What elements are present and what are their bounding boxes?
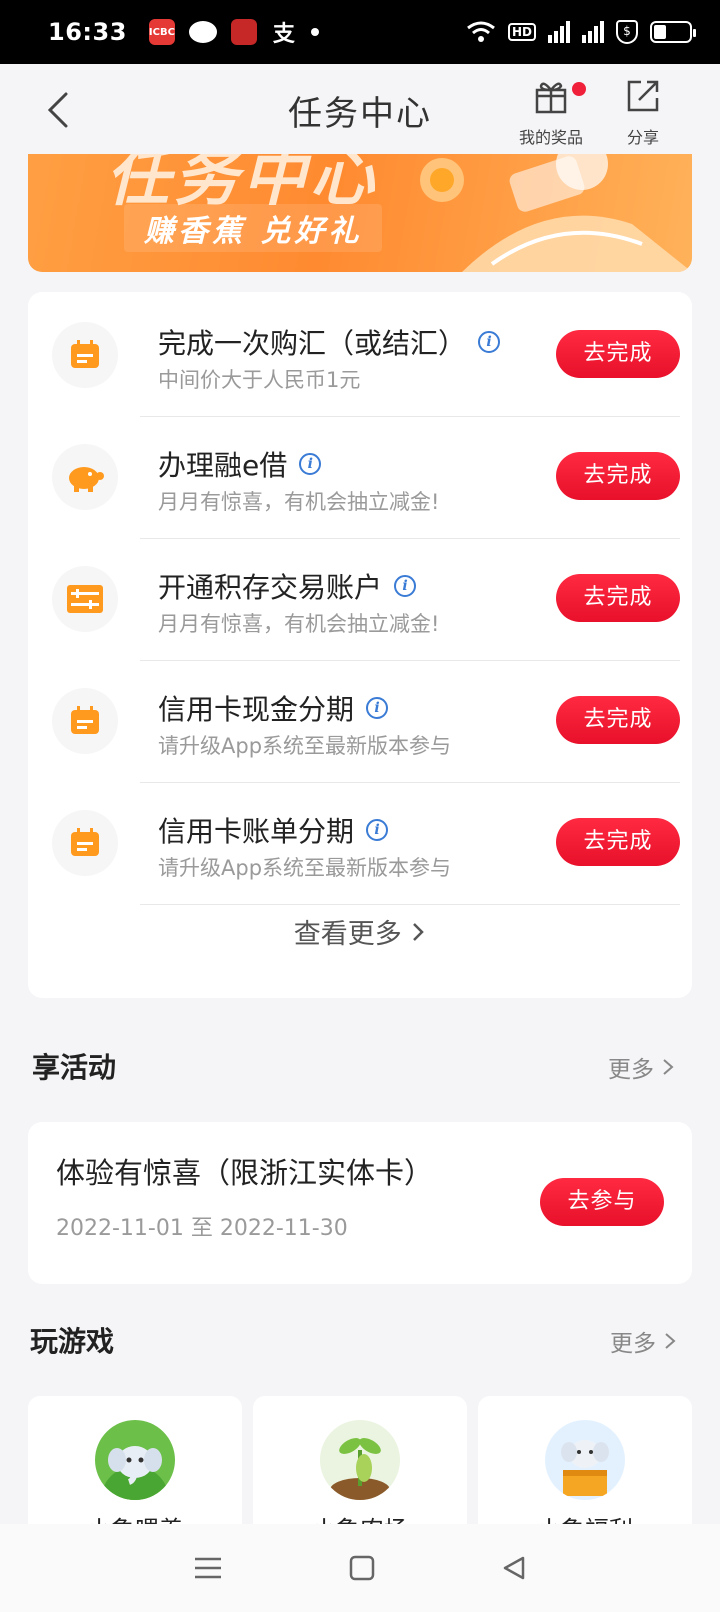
chevron-right-icon	[665, 1333, 676, 1349]
status-app-icons: ICBC 支	[149, 19, 319, 47]
info-icon[interactable]: i	[478, 331, 501, 353]
info-icon[interactable]: i	[394, 575, 417, 597]
chevron-right-icon	[663, 1059, 674, 1075]
alipay-icon: 支	[272, 22, 295, 47]
task-item: 开通积存交易账户 i 月月有惊喜，有机会抽立减金! 去完成	[28, 536, 692, 661]
complete-task-button[interactable]: 去完成	[556, 452, 680, 500]
abacus-icon	[52, 566, 118, 632]
bean-sprout-icon	[320, 1420, 400, 1500]
wifi-icon	[467, 21, 495, 42]
hd-badge: HD	[507, 23, 536, 41]
task-subtitle: 中间价大于人民币1元	[158, 368, 361, 392]
status-bar: 16:33 ICBC 支 HD $	[0, 0, 720, 64]
task-title: 信用卡现金分期 i	[158, 688, 389, 728]
complete-task-button[interactable]: 去完成	[556, 574, 680, 622]
task-item: 完成一次购汇（或结汇） i 中间价大于人民币1元 去完成	[28, 292, 692, 417]
task-title: 信用卡账单分期 i	[158, 810, 389, 850]
menu-icon[interactable]	[193, 1555, 223, 1581]
battery-icon	[650, 21, 696, 43]
info-icon[interactable]: i	[299, 453, 322, 475]
calendar-icon	[52, 688, 118, 754]
activity-date-range: 2022-11-01 至 2022-11-30	[56, 1216, 348, 1241]
notification-badge	[572, 82, 586, 96]
games-more-link[interactable]: 更多	[610, 1324, 677, 1358]
icbc-app-icon: ICBC	[149, 19, 175, 45]
complete-task-button[interactable]: 去完成	[556, 818, 680, 866]
my-prizes-button[interactable]: 我的奖品	[506, 76, 596, 148]
task-item: 信用卡现金分期 i 请升级App系统至最新版本参与 去完成	[28, 658, 692, 783]
news-app-icon	[230, 19, 257, 45]
banner-illustration-icon	[420, 154, 692, 272]
activities-more-link[interactable]: 更多	[608, 1050, 675, 1084]
gift-icon	[535, 82, 567, 114]
back-triangle-icon[interactable]	[501, 1555, 527, 1581]
share-button[interactable]: 分享	[598, 76, 688, 148]
signal-icon	[582, 21, 604, 43]
task-title: 办理融e借 i	[158, 444, 322, 484]
my-prizes-label: 我的奖品	[518, 128, 583, 147]
calendar-icon	[52, 810, 118, 876]
elephant-gift-icon	[545, 1420, 625, 1500]
home-square-icon[interactable]	[349, 1555, 375, 1581]
activities-section-title: 享活动	[32, 1051, 117, 1084]
view-more-tasks-link[interactable]: 查看更多	[28, 912, 692, 951]
complete-task-button[interactable]: 去完成	[556, 330, 680, 378]
status-time: 16:33	[48, 18, 127, 46]
task-subtitle: 请升级App系统至最新版本参与	[158, 734, 452, 758]
wechat-icon	[188, 21, 217, 43]
task-center-banner: 任务中心 赚香蕉 兑好礼	[28, 154, 692, 272]
task-item: 办理融e借 i 月月有惊喜，有机会抽立减金! 去完成	[28, 414, 692, 539]
task-item: 信用卡账单分期 i 请升级App系统至最新版本参与 去完成	[28, 780, 692, 905]
divider	[140, 904, 680, 905]
system-nav-bar	[0, 1524, 720, 1612]
banner-subtitle: 赚香蕉 兑好礼	[124, 204, 383, 252]
piggy-bank-icon	[52, 444, 118, 510]
join-activity-button[interactable]: 去参与	[540, 1178, 664, 1226]
elephant-icon	[95, 1420, 175, 1500]
complete-task-button[interactable]: 去完成	[556, 696, 680, 744]
games-section-title: 玩游戏	[30, 1325, 115, 1358]
task-title: 完成一次购汇（或结汇） i	[158, 322, 501, 362]
share-label: 分享	[626, 128, 659, 147]
task-title: 开通积存交易账户 i	[158, 566, 417, 606]
chevron-right-icon	[413, 923, 425, 941]
task-list-card: 完成一次购汇（或结汇） i 中间价大于人民币1元 去完成 办理融e借 i 月月有惊喜…	[28, 292, 692, 998]
notification-dot-icon	[310, 28, 319, 36]
calendar-icon	[52, 322, 118, 388]
activity-title: 体验有惊喜（限浙江实体卡）	[56, 1156, 434, 1190]
task-subtitle: 月月有惊喜，有机会抽立减金!	[158, 490, 440, 514]
info-icon[interactable]: i	[366, 697, 389, 719]
task-subtitle: 请升级App系统至最新版本参与	[158, 856, 452, 880]
security-shield-icon: $	[616, 20, 638, 44]
top-nav-bar: 任务中心 我的奖品 分享	[0, 64, 720, 154]
activity-card: 体验有惊喜（限浙江实体卡） 2022-11-01 至 2022-11-30 去参…	[28, 1122, 692, 1284]
task-subtitle: 月月有惊喜，有机会抽立减金!	[158, 612, 440, 636]
signal-icon	[548, 21, 570, 43]
status-indicators: HD $	[466, 20, 696, 44]
share-icon	[627, 80, 659, 112]
info-icon[interactable]: i	[366, 819, 389, 841]
